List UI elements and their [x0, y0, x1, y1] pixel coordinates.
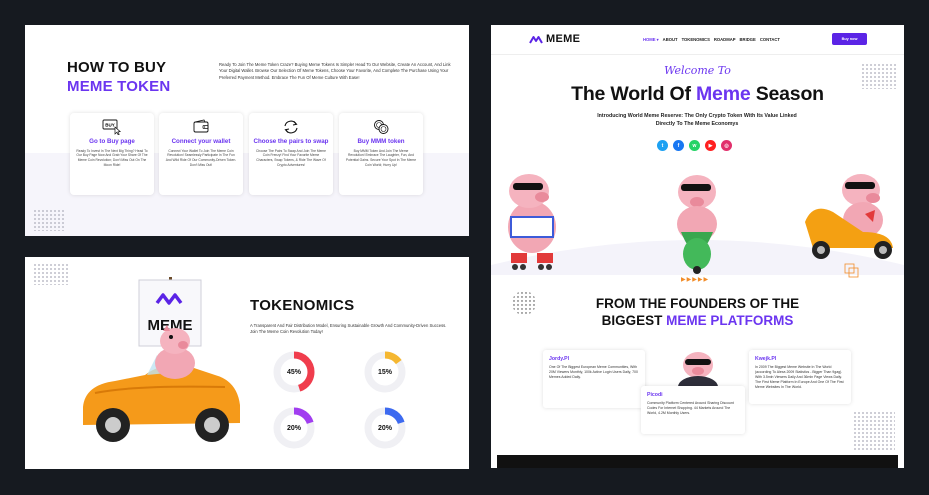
- donut-value: 15%: [377, 368, 392, 376]
- top-navigation-bar: MEME HOME ▾ ABOUT TOKENOMICS ROADMAP BRI…: [491, 25, 904, 55]
- pig-skater-illustration: [508, 174, 556, 270]
- site-logo[interactable]: MEME: [529, 33, 580, 45]
- main-menu: HOME ▾ ABOUT TOKENOMICS ROADMAP BRIDGE C…: [643, 37, 780, 42]
- founders-heading-line-1: FROM THE FOUNDERS OF THE: [595, 296, 800, 311]
- meme-logo-icon: [529, 35, 543, 44]
- menu-item-contact[interactable]: CONTACT: [760, 37, 780, 42]
- step-card-title: Go to Buy page: [89, 138, 135, 145]
- pig-car-illustration: MEME: [83, 277, 240, 442]
- youtube-icon[interactable]: ▶: [705, 140, 716, 151]
- tokenomics-panel: MEME TOKENOMICS A Transparent And Fair D…: [25, 257, 469, 469]
- hero-title-prefix: The World Of: [571, 83, 696, 105]
- how-to-buy-title: HOW TO BUY MEME TOKEN: [67, 58, 170, 96]
- step-card-desc: Ready To Invest In The Next Big Thing? H…: [76, 148, 148, 167]
- founder-desc: In 2009 The Biggest Meme Website In The …: [755, 365, 844, 389]
- hero-title-suffix: Season: [750, 83, 824, 105]
- step-card-choose-pairs[interactable]: Choose the pairs to swap Choose The Pair…: [249, 113, 333, 195]
- founder-name: Picodi: [647, 392, 663, 398]
- small-box-icon: [844, 263, 859, 278]
- donut-chart-2: 20%: [270, 404, 318, 452]
- whatsapp-icon[interactable]: w: [689, 140, 700, 151]
- menu-item-bridge[interactable]: BRIDGE: [740, 37, 756, 42]
- tokenomics-description: A Transparent And Fair Distribution Mode…: [250, 323, 447, 335]
- founders-heading-prefix: BIGGEST: [601, 313, 667, 328]
- step-card-buy-token[interactable]: Buy MMM token Buy MMM Token And Join The…: [339, 113, 423, 195]
- buy-icon-text: BUY: [105, 123, 115, 128]
- title-line-1: HOW TO BUY: [67, 59, 167, 76]
- welcome-script-heading: Welcome To: [664, 64, 731, 77]
- hero-title: The World Of Meme Season: [491, 83, 904, 106]
- title-line-2: MEME TOKEN: [67, 78, 171, 95]
- twitter-icon[interactable]: t: [657, 140, 668, 151]
- menu-item-tokenomics[interactable]: TOKENOMICS: [682, 37, 710, 42]
- how-to-buy-description: Ready To Join The Meme Token Craze? Buyi…: [219, 62, 451, 80]
- menu-item-home[interactable]: HOME: [643, 37, 656, 42]
- instagram-icon[interactable]: ◎: [721, 140, 732, 151]
- donut-value: 20%: [286, 424, 301, 432]
- step-card-desc: Buy MMM Token And Join The Meme Revoluti…: [345, 148, 417, 167]
- chevron-down-icon: ▾: [656, 37, 659, 42]
- step-card-title: Connect your wallet: [171, 138, 231, 145]
- founder-desc: One Of The Biggest European Meme Communi…: [549, 365, 638, 379]
- dot-pattern-decoration: [853, 411, 895, 451]
- buy-now-button[interactable]: Buy now: [832, 33, 867, 45]
- founder-card-kwejk[interactable]: Kwejk.Pl In 2009 The Biggest Meme Websit…: [749, 350, 851, 404]
- wallet-icon: [193, 119, 209, 133]
- donut-value: 45%: [286, 368, 301, 376]
- social-links: t f w ▶ ◎: [657, 140, 732, 151]
- donut-value: 20%: [377, 424, 392, 432]
- hero-title-accent: Meme: [696, 83, 751, 105]
- step-card-title: Buy MMM token: [357, 138, 405, 145]
- menu-item-about[interactable]: ABOUT: [663, 37, 678, 42]
- pig-vespa-illustration: [805, 174, 893, 259]
- slider-arrows-decoration: ▶▶▶▶▶: [681, 277, 710, 283]
- founder-card-picodi[interactable]: Picodi Community Platform Centered Aroun…: [641, 386, 745, 434]
- coins-icon: [374, 120, 389, 134]
- pig-scooter-illustration: [677, 175, 717, 274]
- facebook-icon[interactable]: f: [673, 140, 684, 151]
- menu-item-roadmap[interactable]: ROADMAP: [714, 37, 736, 42]
- how-to-buy-panel: HOW TO BUY MEME TOKEN Ready To Join The …: [25, 25, 469, 236]
- footer-bar: [497, 455, 898, 468]
- founder-desc: Community Platform Centered Around Shari…: [647, 401, 734, 415]
- founders-heading-accent: MEME PLATFORMS: [666, 313, 794, 328]
- founder-card-jordy[interactable]: Jordy.Pl One Of The Biggest European Mem…: [543, 350, 645, 408]
- dot-pattern-decoration: [33, 263, 69, 285]
- step-card-connect-wallet[interactable]: Connect your wallet Connect Your Wallet …: [159, 113, 243, 195]
- donut-chart-0: 45%: [270, 348, 318, 396]
- step-card-desc: Choose The Pairs To Swap And Join The Me…: [255, 148, 326, 167]
- step-card-buy-page[interactable]: BUY Go to Buy page Ready To Invest In Th…: [70, 113, 154, 195]
- buy-cursor-icon: BUY: [102, 119, 122, 135]
- donut-chart-1: 15%: [361, 348, 409, 396]
- hero-intro-text: Introducing World Meme Reserve: The Only…: [597, 113, 797, 127]
- swap-arrows-icon: [284, 120, 298, 134]
- step-card-desc: Connect Your Wallet To Join The Meme Coi…: [165, 148, 237, 167]
- step-card-title: Choose the pairs to swap: [253, 138, 329, 145]
- founder-name: Jordy.Pl: [549, 356, 570, 362]
- tokenomics-title: TOKENOMICS: [250, 297, 355, 314]
- logo-text: MEME: [546, 33, 581, 45]
- founders-heading: FROM THE FOUNDERS OF THE BIGGEST MEME PL…: [491, 295, 904, 329]
- donut-chart-3: 20%: [361, 404, 409, 452]
- landing-page-panel: MEME HOME ▾ ABOUT TOKENOMICS ROADMAP BRI…: [491, 25, 904, 468]
- founder-name: Kwejk.Pl: [755, 356, 777, 362]
- dot-pattern-decoration: [33, 209, 65, 231]
